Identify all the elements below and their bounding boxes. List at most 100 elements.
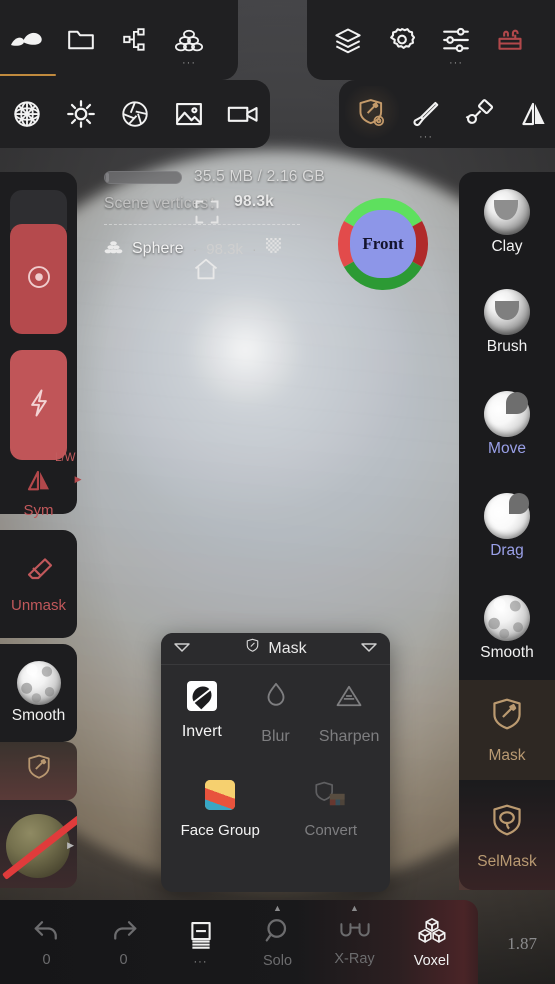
camera-button[interactable] bbox=[216, 86, 270, 142]
paint-brush-icon bbox=[411, 99, 441, 129]
history-button[interactable]: ··· bbox=[162, 900, 239, 984]
unmask-button[interactable]: Unmask bbox=[0, 530, 77, 638]
share-nodes-icon bbox=[121, 27, 149, 53]
view-orientation-gizmo[interactable]: Front bbox=[336, 196, 430, 292]
brush-label-brush: Brush bbox=[486, 337, 528, 355]
symmetry-expand-arrow[interactable]: ▶ bbox=[75, 474, 82, 485]
chevron-up-icon: ▲ bbox=[273, 903, 282, 913]
smooth-sphere-icon bbox=[16, 661, 61, 705]
shield-brush-icon bbox=[486, 695, 528, 744]
mirror-button[interactable] bbox=[507, 86, 555, 142]
mask-blur-button[interactable]: Blur bbox=[239, 681, 313, 746]
primitives-button[interactable]: ··· bbox=[162, 12, 216, 69]
xray-button[interactable]: ▲ X-Ray bbox=[316, 900, 393, 984]
solo-label: Solo bbox=[262, 952, 293, 969]
checker-icon[interactable] bbox=[265, 238, 283, 260]
bottom-toolbar: 0 0 ··· ▲ Solo ▲ X-Ray Voxel bbox=[0, 900, 478, 984]
material-expand-arrow[interactable]: ▶ bbox=[67, 840, 74, 851]
symmetry-button[interactable]: L/W ▶ Sym bbox=[0, 452, 82, 519]
smooth-brush-icon bbox=[484, 594, 530, 641]
toolbox-button[interactable] bbox=[483, 12, 537, 68]
glasses-icon bbox=[338, 918, 372, 949]
gear-icon bbox=[387, 26, 417, 54]
home-icon[interactable] bbox=[192, 255, 220, 288]
solo-button[interactable]: ▲ Solo bbox=[239, 900, 316, 984]
brush-label-drag: Drag bbox=[490, 541, 524, 559]
more-dots[interactable]: ··· bbox=[399, 132, 453, 143]
view-gizmo-label: Front bbox=[362, 234, 404, 253]
object-name[interactable]: Sphere bbox=[132, 240, 184, 258]
nomad-logo-button[interactable] bbox=[0, 12, 56, 76]
mask-popup-row-1: Invert Blur Sharpen bbox=[165, 681, 386, 746]
active-indicator bbox=[0, 74, 56, 76]
more-dots[interactable]: ··· bbox=[162, 58, 216, 69]
topology-button[interactable] bbox=[108, 12, 162, 68]
material-sphere-disabled-button[interactable]: ▶ bbox=[0, 800, 77, 888]
layers-button[interactable] bbox=[321, 12, 375, 68]
brush-item-brush[interactable]: Brush bbox=[459, 272, 555, 372]
shield-gear-icon bbox=[355, 97, 389, 131]
move-brush-icon bbox=[484, 390, 530, 437]
material-button[interactable] bbox=[0, 86, 54, 142]
brush-label-selmask: SelMask bbox=[477, 853, 537, 870]
brush-item-drag[interactable]: Drag bbox=[459, 476, 555, 576]
mask-sharpen-label: Sharpen bbox=[318, 728, 380, 745]
sliders-button[interactable]: ··· bbox=[429, 12, 483, 69]
voxel-icon bbox=[415, 916, 449, 951]
redo-icon bbox=[109, 917, 139, 950]
mirror-icon bbox=[519, 99, 549, 129]
settings-button[interactable] bbox=[375, 12, 429, 68]
brush-item-clay[interactable]: Clay bbox=[459, 172, 555, 272]
redo-button[interactable]: 0 bbox=[85, 900, 162, 984]
scene-image-button[interactable] bbox=[162, 86, 216, 142]
grid-sphere-icon bbox=[12, 99, 42, 129]
face-group-icon bbox=[205, 780, 236, 810]
mask-popup-row-2: Face Group Convert bbox=[165, 780, 386, 839]
lighting-button[interactable] bbox=[54, 86, 108, 142]
brush-item-smooth[interactable]: Smooth bbox=[459, 578, 555, 678]
invert-icon bbox=[186, 681, 217, 711]
scene-vertices-value: 98.3k bbox=[234, 193, 274, 210]
lightning-button[interactable] bbox=[10, 350, 67, 460]
sun-icon bbox=[66, 99, 96, 129]
more-dots[interactable]: ··· bbox=[429, 58, 483, 69]
mask-button-left[interactable] bbox=[0, 742, 77, 800]
post-process-button[interactable] bbox=[108, 86, 162, 142]
undo-icon bbox=[32, 917, 62, 950]
frame-selection-icon[interactable] bbox=[193, 198, 221, 231]
mask-convert-button[interactable]: Convert bbox=[276, 780, 387, 839]
top-toolbar-left: ··· bbox=[0, 0, 238, 80]
mask-face-group-button[interactable]: Face Group bbox=[165, 780, 276, 839]
view-gizmo-center[interactable]: Front bbox=[350, 210, 416, 278]
smooth-button-left[interactable]: Smooth bbox=[0, 644, 77, 742]
book-icon bbox=[186, 920, 216, 957]
more-dots[interactable]: ··· bbox=[194, 956, 208, 967]
brush-item-move[interactable]: Move bbox=[459, 374, 555, 474]
shield-brush-icon bbox=[244, 637, 261, 661]
folder-button[interactable] bbox=[54, 12, 108, 68]
caret-down-icon-left[interactable] bbox=[173, 640, 191, 658]
droplet-icon bbox=[263, 681, 289, 716]
brush-item-mask[interactable]: Mask bbox=[459, 680, 555, 780]
unmask-label: Unmask bbox=[10, 597, 66, 614]
app-version: 1.87 bbox=[507, 934, 537, 953]
paint-roller-button[interactable] bbox=[453, 86, 507, 142]
record-dot-icon bbox=[24, 262, 54, 297]
symmetry-label: Sym bbox=[23, 502, 54, 519]
caret-down-icon-right[interactable] bbox=[360, 640, 378, 658]
brush-item-selmask[interactable]: SelMask bbox=[459, 782, 555, 890]
mask-sharpen-button[interactable]: Sharpen bbox=[312, 681, 386, 746]
stack-blocks-icon bbox=[174, 28, 204, 52]
aperture-icon bbox=[120, 99, 150, 129]
mask-invert-button[interactable]: Invert bbox=[165, 681, 239, 746]
clay-brush-icon bbox=[484, 188, 530, 235]
record-button[interactable] bbox=[10, 224, 67, 334]
mask-settings-button[interactable] bbox=[345, 86, 399, 142]
undo-button[interactable]: 0 bbox=[8, 900, 85, 984]
layers-icon bbox=[333, 26, 363, 54]
voxel-button[interactable]: Voxel bbox=[393, 900, 470, 984]
brush-button[interactable]: ··· bbox=[399, 86, 453, 143]
undo-count: 0 bbox=[42, 951, 51, 968]
mask-popup-header: Mask bbox=[161, 633, 390, 665]
brush-label-move: Move bbox=[488, 439, 526, 457]
